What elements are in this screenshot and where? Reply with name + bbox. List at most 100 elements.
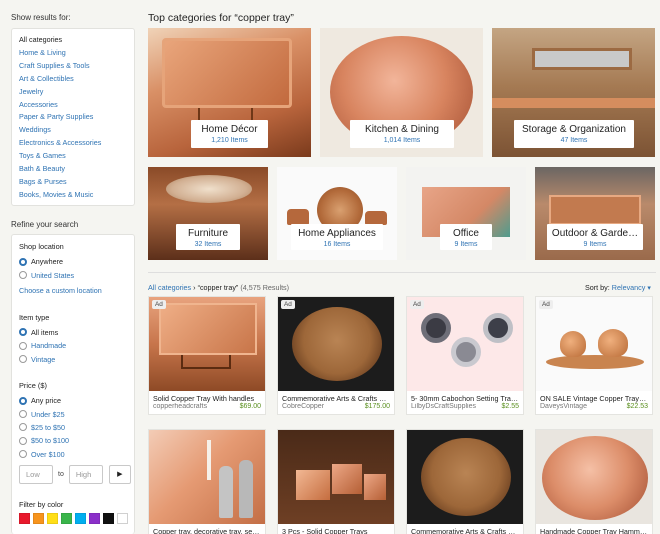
color-swatch[interactable] bbox=[33, 512, 44, 524]
category-weddings[interactable]: Weddings bbox=[19, 124, 134, 137]
radio-icon bbox=[19, 423, 27, 432]
color-swatch[interactable] bbox=[61, 512, 72, 524]
option-label: Vintage bbox=[31, 354, 56, 364]
color-swatch[interactable] bbox=[89, 512, 100, 524]
listing-title[interactable]: Commemorative Arts & Crafts Co… bbox=[278, 391, 394, 403]
listing-title[interactable]: Solid Copper Tray With handles bbox=[149, 391, 265, 403]
color-swatch[interactable] bbox=[75, 512, 86, 524]
copper-edge-image bbox=[492, 98, 655, 108]
location-option-united-states[interactable]: United States bbox=[19, 268, 134, 281]
filter-panel: Shop location Anywhere United States Cho… bbox=[11, 234, 135, 534]
listing-shop[interactable]: DaveysVintage bbox=[540, 403, 587, 414]
category-tile-outdoor-garden[interactable]: Outdoor & Garde… 9 Items bbox=[535, 167, 655, 260]
category-craft-supplies[interactable]: Craft Supplies & Tools bbox=[19, 60, 134, 73]
price-option-50-100[interactable]: $50 to $100 bbox=[19, 434, 134, 447]
listing-card[interactable]: Ad Solid Copper Tray With handles copper… bbox=[148, 296, 266, 415]
sort-label: Sort by: bbox=[585, 283, 610, 292]
category-count: 16 Items bbox=[323, 241, 351, 248]
listing-meta: DaveysVintage $22.53 bbox=[536, 403, 652, 414]
breadcrumb-root-link[interactable]: All categories bbox=[148, 283, 191, 292]
category-paper-party[interactable]: Paper & Party Supplies bbox=[19, 111, 134, 124]
listing-image[interactable]: Ad bbox=[407, 297, 523, 391]
listing-card[interactable]: Ad 5- 30mm Cabochon Setting Trays … Lilb… bbox=[406, 296, 524, 415]
listing-image[interactable] bbox=[407, 430, 523, 524]
category-jewelry[interactable]: Jewelry bbox=[19, 86, 134, 99]
listing-image[interactable]: Ad bbox=[149, 297, 265, 391]
category-tile-kitchen-dining[interactable]: Kitchen & Dining 1,014 Items bbox=[320, 28, 483, 157]
listing-shop[interactable]: CobreCopper bbox=[282, 403, 324, 414]
price-title: Price ($) bbox=[19, 380, 47, 390]
sort-control[interactable]: Sort by: Relevancy ▾ bbox=[585, 283, 651, 292]
listing-card[interactable]: Handmade Copper Tray Hammere… bbox=[535, 429, 653, 534]
cabochon-setting-image bbox=[451, 337, 481, 367]
listing-image[interactable] bbox=[149, 430, 265, 524]
color-swatch[interactable] bbox=[103, 512, 114, 524]
round-tray-image bbox=[421, 438, 511, 516]
category-tile-home-decor[interactable]: Home Décor 1,210 Items bbox=[148, 28, 311, 157]
listing-card[interactable]: Ad Commemorative Arts & Crafts Co… Cobre… bbox=[277, 296, 395, 415]
category-label: Outdoor & Garde… 9 Items bbox=[547, 224, 643, 250]
listing-card[interactable]: Copper tray, decorative tray, servi… bbox=[148, 429, 266, 534]
category-books-music[interactable]: Books, Movies & Music bbox=[19, 189, 134, 202]
price-option-25-50[interactable]: $25 to $50 bbox=[19, 421, 134, 434]
listing-title[interactable]: Copper tray, decorative tray, servi… bbox=[149, 524, 265, 534]
category-electronics[interactable]: Electronics & Accessories bbox=[19, 137, 134, 150]
category-home-living[interactable]: Home & Living bbox=[19, 47, 134, 60]
category-name: Storage & Organization bbox=[522, 124, 626, 135]
listing-title[interactable]: 5- 30mm Cabochon Setting Trays … bbox=[407, 391, 523, 403]
item-type-option-all[interactable]: All items bbox=[19, 326, 134, 339]
price-low-input[interactable]: Low bbox=[19, 464, 53, 484]
listing-title[interactable]: Commemorative Arts & Crafts Co… bbox=[407, 524, 523, 534]
listing-image[interactable]: Ad bbox=[278, 297, 394, 391]
price-option-any[interactable]: Any price bbox=[19, 394, 134, 407]
price-high-input[interactable]: High bbox=[68, 464, 103, 484]
price-option-under-25[interactable]: Under $25 bbox=[19, 407, 134, 420]
category-tile-office[interactable]: Office 9 Items bbox=[406, 167, 526, 260]
section-divider bbox=[148, 272, 656, 273]
listing-shop[interactable]: copperheadcrafts bbox=[153, 403, 207, 414]
color-swatch[interactable] bbox=[47, 512, 58, 524]
category-art-collectibles[interactable]: Art & Collectibles bbox=[19, 73, 134, 86]
color-swatch[interactable] bbox=[19, 512, 30, 524]
price-option-over-100[interactable]: Over $100 bbox=[19, 448, 134, 461]
category-tile-home-appliances[interactable]: Home Appliances 16 Items bbox=[277, 167, 397, 260]
listing-meta: CobreCopper $175.00 bbox=[278, 403, 394, 414]
color-swatch[interactable] bbox=[117, 512, 128, 524]
listing-image[interactable]: Ad bbox=[536, 297, 652, 391]
custom-location-link[interactable]: Choose a custom location bbox=[19, 286, 134, 295]
price-submit-button[interactable]: ▶ bbox=[108, 464, 131, 484]
sort-value[interactable]: Relevancy bbox=[612, 283, 646, 292]
listing-title[interactable]: 3 Pcs - Solid Copper Trays bbox=[278, 524, 394, 534]
category-label: Storage & Organization 47 Items bbox=[514, 120, 634, 148]
color-filter-title: Filter by color bbox=[19, 499, 64, 509]
item-type-option-handmade[interactable]: Handmade bbox=[19, 339, 134, 352]
category-bath-beauty[interactable]: Bath & Beauty bbox=[19, 163, 134, 176]
category-tile-storage[interactable]: Storage & Organization 47 Items bbox=[492, 28, 655, 157]
category-accessories[interactable]: Accessories bbox=[19, 99, 134, 112]
category-name: Outdoor & Garde… bbox=[551, 228, 639, 239]
listing-title[interactable]: ON SALE Vintage Copper Tray Sug… bbox=[536, 391, 652, 403]
option-label: Under $25 bbox=[31, 409, 65, 419]
shop-location-title: Shop location bbox=[19, 242, 64, 251]
location-option-anywhere[interactable]: Anywhere bbox=[19, 255, 134, 268]
price-to-label: to bbox=[58, 470, 64, 478]
listing-card[interactable]: Ad ON SALE Vintage Copper Tray Sug… Dave… bbox=[535, 296, 653, 415]
listing-price: $22.53 bbox=[626, 403, 648, 410]
item-type-option-vintage[interactable]: Vintage bbox=[19, 353, 134, 366]
page-title: Top categories for “copper tray” bbox=[148, 12, 294, 24]
tray-handle-image bbox=[181, 355, 231, 369]
category-all[interactable]: All categories bbox=[19, 34, 134, 47]
listing-card[interactable]: 3 Pcs - Solid Copper Trays bbox=[277, 429, 395, 534]
bottle-image bbox=[219, 466, 233, 518]
listing-image[interactable] bbox=[536, 430, 652, 524]
listing-title[interactable]: Handmade Copper Tray Hammere… bbox=[536, 524, 652, 534]
ad-badge: Ad bbox=[152, 300, 166, 309]
category-toys-games[interactable]: Toys & Games bbox=[19, 150, 134, 163]
category-tile-furniture[interactable]: Furniture 32 Items bbox=[148, 167, 268, 260]
radio-selected-icon bbox=[19, 257, 27, 266]
listing-shop[interactable]: LilbyDsCraftSupplies bbox=[411, 403, 476, 414]
breadcrumb-query: “copper tray” bbox=[197, 283, 239, 292]
listing-card[interactable]: Commemorative Arts & Crafts Co… bbox=[406, 429, 524, 534]
listing-image[interactable] bbox=[278, 430, 394, 524]
category-bags-purses[interactable]: Bags & Purses bbox=[19, 176, 134, 189]
